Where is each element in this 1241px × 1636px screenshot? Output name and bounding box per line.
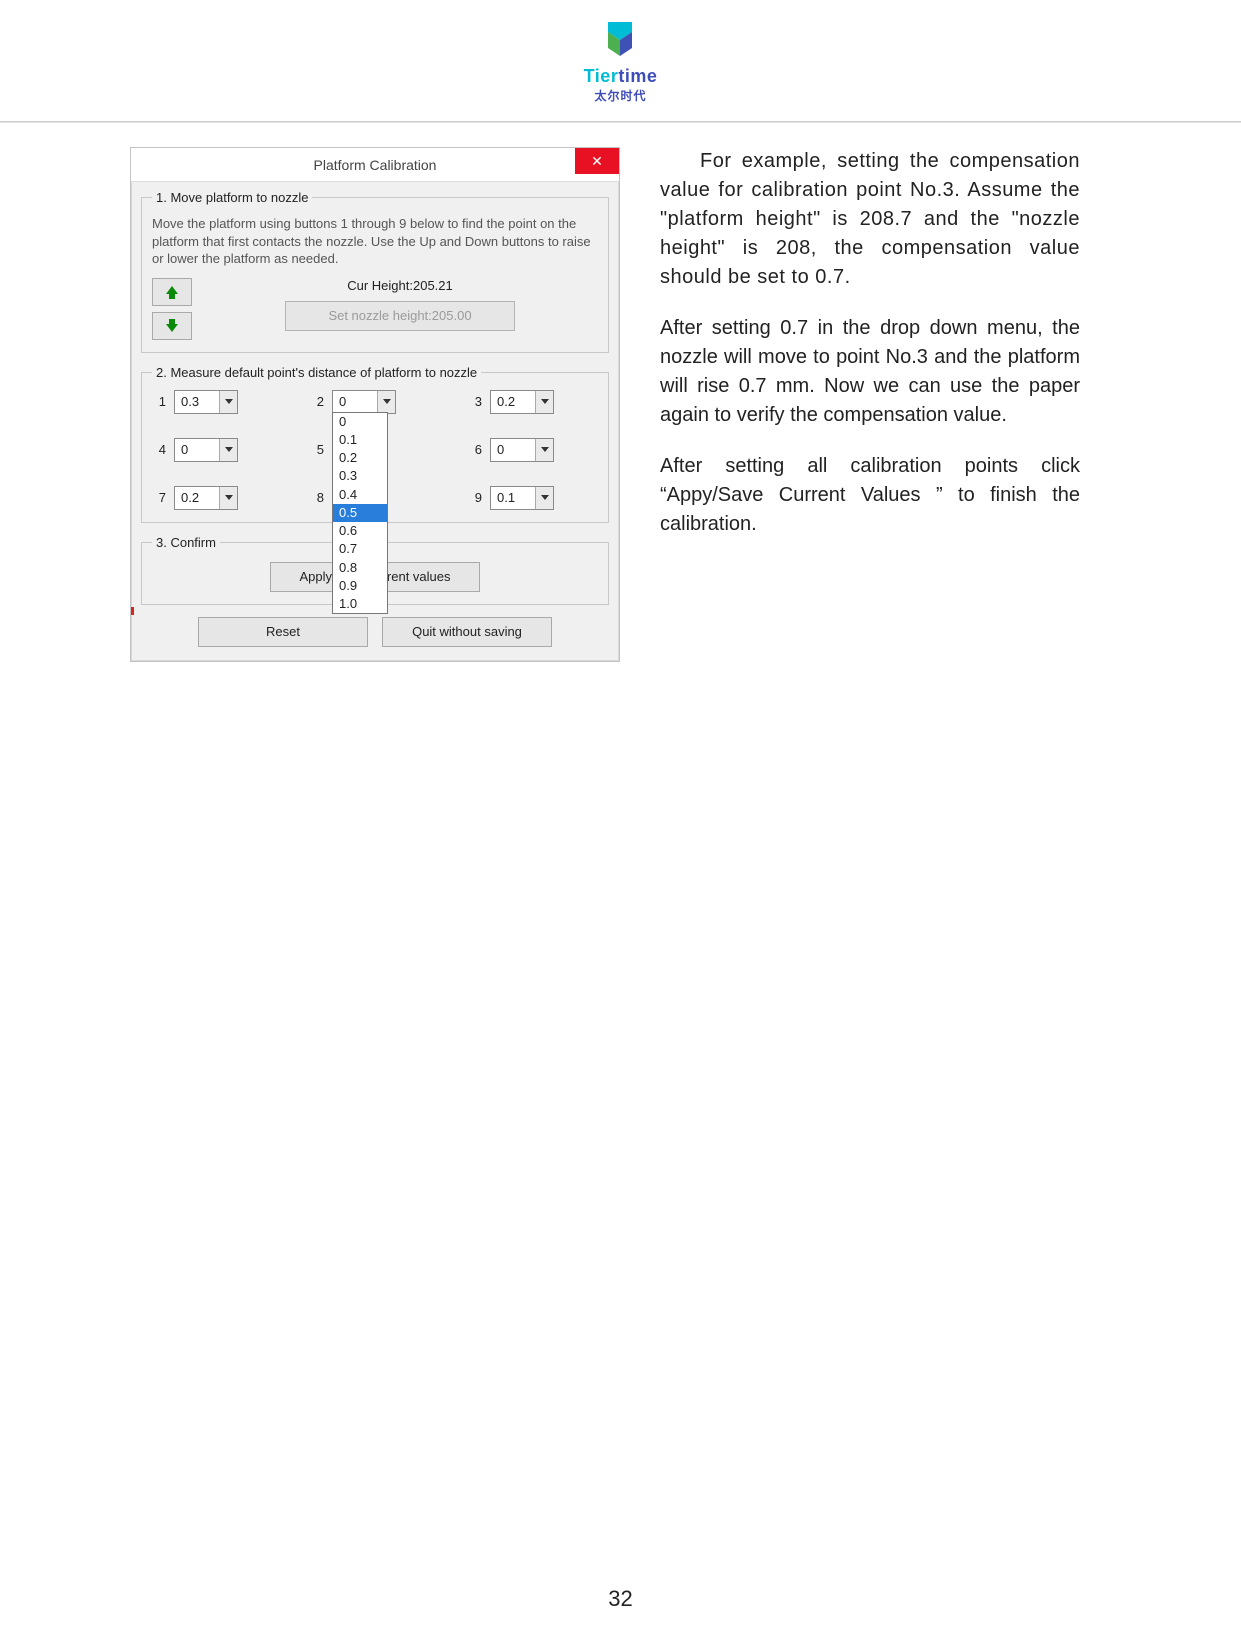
section-measure-points: 2. Measure default point's distance of p… [141,365,609,523]
brand-logo: Tiertime 太尔时代 [584,18,658,104]
dialog-title: Platform Calibration [314,157,437,173]
section1-instructions: Move the platform using buttons 1 throug… [152,215,598,268]
platform-calibration-dialog: Platform Calibration ✕ 1. Move platform … [130,147,620,662]
point-value: 0.2 [491,394,535,409]
paragraph-1: For example, setting the compensation va… [660,147,1080,292]
point-number: 7 [152,490,166,505]
point-3-dropdown[interactable]: 0.2 [490,390,554,414]
point-2-cell: 2 0 0 0.1 0.2 0.3 0.4 0.5 [310,390,440,414]
point-number: 9 [468,490,482,505]
section1-legend: 1. Move platform to nozzle [152,190,312,205]
header-rule [0,121,1241,123]
point-number: 3 [468,394,482,409]
set-nozzle-height-button[interactable]: Set nozzle height:205.00 [285,301,515,331]
point-1-dropdown[interactable]: 0.3 [174,390,238,414]
point-value: 0 [175,442,219,457]
reset-button[interactable]: Reset [198,617,368,647]
section-move-platform: 1. Move platform to nozzle Move the plat… [141,190,609,353]
point-2-dropdown[interactable]: 0 [332,390,396,414]
page-number: 32 [0,1586,1241,1612]
point-value: 0 [491,442,535,457]
section3-legend: 3. Confirm [152,535,220,550]
paragraph-3: After setting all calibration points cli… [660,452,1080,539]
point-number: 8 [310,490,324,505]
dialog-titlebar: Platform Calibration ✕ [131,148,619,182]
point-number: 1 [152,394,166,409]
point-7-cell: 7 0.2 [152,486,282,510]
dropdown-option[interactable]: 0.6 [333,522,387,540]
compensation-dropdown-list[interactable]: 0 0.1 0.2 0.3 0.4 0.5 0.6 0.7 0.8 0.9 1.… [332,412,388,615]
dropdown-option[interactable]: 0.7 [333,540,387,558]
arrow-down-icon [164,318,180,334]
point-number: 5 [310,442,324,457]
logo-icon [598,18,642,64]
point-9-cell: 9 0.1 [468,486,598,510]
section2-legend: 2. Measure default point's distance of p… [152,365,481,380]
platform-down-button[interactable] [152,312,192,340]
chevron-down-icon [535,439,553,461]
point-number: 6 [468,442,482,457]
dropdown-option[interactable]: 1.0 [333,595,387,613]
dropdown-option[interactable]: 0.2 [333,449,387,467]
close-button[interactable]: ✕ [575,148,619,174]
accent-strip [131,607,134,615]
dropdown-option[interactable]: 0.8 [333,559,387,577]
point-value: 0.1 [491,490,535,505]
paragraph-2: After setting 0.7 in the drop down menu,… [660,314,1080,430]
brand-name: Tiertime [584,66,658,87]
chevron-down-icon [535,391,553,413]
point-4-dropdown[interactable]: 0 [174,438,238,462]
dropdown-option[interactable]: 0.3 [333,467,387,485]
point-value: 0.3 [175,394,219,409]
arrow-up-icon [164,284,180,300]
page-header: Tiertime 太尔时代 [0,0,1241,115]
chevron-down-icon [219,487,237,509]
calibration-grid: 1 0.3 2 0 0 [152,390,598,510]
dropdown-option[interactable]: 0.1 [333,431,387,449]
point-value: 0.2 [175,490,219,505]
chevron-down-icon [377,391,395,413]
close-icon: ✕ [591,153,603,170]
dropdown-option[interactable]: 0 [333,413,387,431]
current-height-label: Cur Height:205.21 [202,278,598,293]
chevron-down-icon [219,439,237,461]
brand-subtitle: 太尔时代 [584,87,658,104]
point-6-dropdown[interactable]: 0 [490,438,554,462]
point-number: 4 [152,442,166,457]
chevron-down-icon [219,391,237,413]
dropdown-option[interactable]: 0.4 [333,486,387,504]
point-9-dropdown[interactable]: 0.1 [490,486,554,510]
point-value: 0 [333,394,377,409]
instruction-text-column: For example, setting the compensation va… [660,147,1080,561]
point-3-cell: 3 0.2 [468,390,598,414]
point-number: 2 [310,394,324,409]
dropdown-option[interactable]: 0.9 [333,577,387,595]
quit-without-saving-button[interactable]: Quit without saving [382,617,552,647]
chevron-down-icon [535,487,553,509]
point-6-cell: 6 0 [468,438,598,462]
dropdown-option-selected[interactable]: 0.5 [333,504,387,522]
point-4-cell: 4 0 [152,438,282,462]
point-1-cell: 1 0.3 [152,390,282,414]
point-7-dropdown[interactable]: 0.2 [174,486,238,510]
platform-up-button[interactable] [152,278,192,306]
